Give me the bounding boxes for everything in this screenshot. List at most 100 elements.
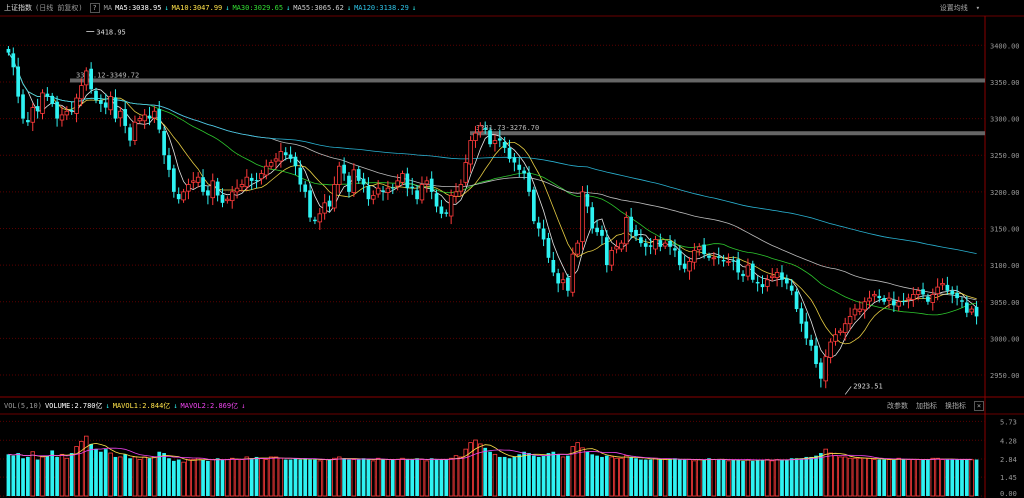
candle-body (721, 259, 726, 262)
candle-body (799, 308, 804, 324)
low-label: 2923.51 (853, 382, 883, 390)
candle-body (789, 285, 794, 291)
volume-bar (210, 459, 216, 497)
price-tick-label: 3100.00 (990, 262, 1020, 270)
volume-bar (234, 459, 240, 497)
volume-bar (566, 455, 570, 496)
volume-bar (915, 459, 921, 497)
candle-body (55, 101, 59, 119)
volume-bar (206, 460, 210, 496)
high-label: 3418.95 (96, 28, 126, 36)
volume-bar (55, 456, 59, 496)
volume-bar (259, 457, 264, 497)
candle-body (906, 297, 911, 300)
candle-body (419, 184, 425, 201)
volume-bar (21, 458, 25, 496)
candle-body (332, 184, 337, 209)
volume-bar (507, 458, 512, 496)
volume-bar (852, 457, 858, 497)
volume-bar (278, 457, 284, 497)
volume-bar (448, 457, 454, 497)
volume-bar (35, 459, 40, 496)
volume-bar (458, 456, 464, 497)
volume-bar (347, 459, 351, 496)
price-tick-label: 3400.00 (990, 42, 1020, 50)
volume-bar (273, 456, 279, 497)
candle-body (473, 132, 478, 141)
candle-body (478, 125, 483, 133)
volume-bar (162, 453, 166, 496)
volume-bar (784, 459, 789, 496)
volume-bar (410, 459, 415, 496)
candle-body (303, 184, 308, 192)
volume-bar (283, 459, 288, 496)
volume-bar (439, 459, 444, 496)
volume-bar (639, 459, 643, 496)
candle-body (604, 237, 609, 266)
candle-body (741, 273, 745, 277)
candle-body (619, 242, 624, 250)
candle-body (424, 180, 430, 185)
volume-bar (303, 458, 308, 496)
volume-bar (882, 459, 886, 496)
ma120-line (8, 52, 977, 254)
candle-body (366, 185, 371, 200)
volume-bar (356, 459, 361, 496)
candle-body (444, 212, 449, 214)
candle-body (687, 261, 692, 272)
volume-bar (176, 459, 181, 496)
candle-body (736, 259, 741, 273)
volume-bar (225, 459, 230, 497)
candle-body (132, 121, 138, 141)
candle-body (89, 68, 93, 90)
candle-body (118, 110, 123, 119)
ma10-line (8, 52, 977, 345)
volume-bar (794, 458, 799, 496)
candle-body (896, 301, 901, 307)
volume-bar (892, 459, 896, 496)
volume-bar (877, 459, 882, 496)
volume-bar (171, 460, 176, 496)
kline-chart[interactable]: 3400.00 3350.00 3300.00 3250.00 3200.00 3150.… (0, 0, 1024, 498)
volume-bar (444, 459, 449, 496)
candle-body (453, 191, 459, 197)
volume-bar (64, 457, 70, 497)
candle-body (769, 275, 775, 278)
volume-bar (239, 459, 245, 497)
volume-bar (765, 459, 770, 497)
candle-body (381, 190, 385, 192)
candle-body (181, 191, 186, 201)
candle-body (50, 95, 55, 104)
volume-bar (497, 456, 502, 496)
candle-body (405, 173, 410, 189)
volume-bar (862, 457, 867, 497)
candle-body (356, 169, 361, 181)
candle-body (239, 184, 245, 188)
volume-bar (634, 458, 638, 496)
volume-bar (390, 459, 395, 496)
candle-body (556, 273, 561, 284)
volume-tick-label: 2.84 (1000, 456, 1017, 464)
volume-bar (842, 456, 848, 497)
volume-bar (726, 460, 731, 497)
volume-bar (361, 458, 366, 496)
candle-body (760, 284, 765, 288)
volume-bar (838, 456, 843, 497)
candle-body (195, 176, 201, 183)
candle-body (702, 244, 706, 255)
volume-tick-label: 5.73 (1000, 418, 1017, 426)
candle-body (327, 200, 332, 207)
candle-body (308, 190, 312, 218)
volume-bar (814, 455, 818, 496)
volume-bar (643, 459, 648, 496)
candle-body (614, 246, 619, 250)
candle-body (828, 341, 833, 358)
volume-bar (512, 456, 517, 496)
volume-bar (527, 453, 531, 496)
candle-body (532, 189, 536, 222)
volume-bar (298, 459, 303, 496)
volume-bar (711, 459, 717, 497)
candle-body (264, 165, 269, 176)
price-tick-label: 3050.00 (990, 299, 1020, 307)
ma30-line (8, 52, 977, 316)
